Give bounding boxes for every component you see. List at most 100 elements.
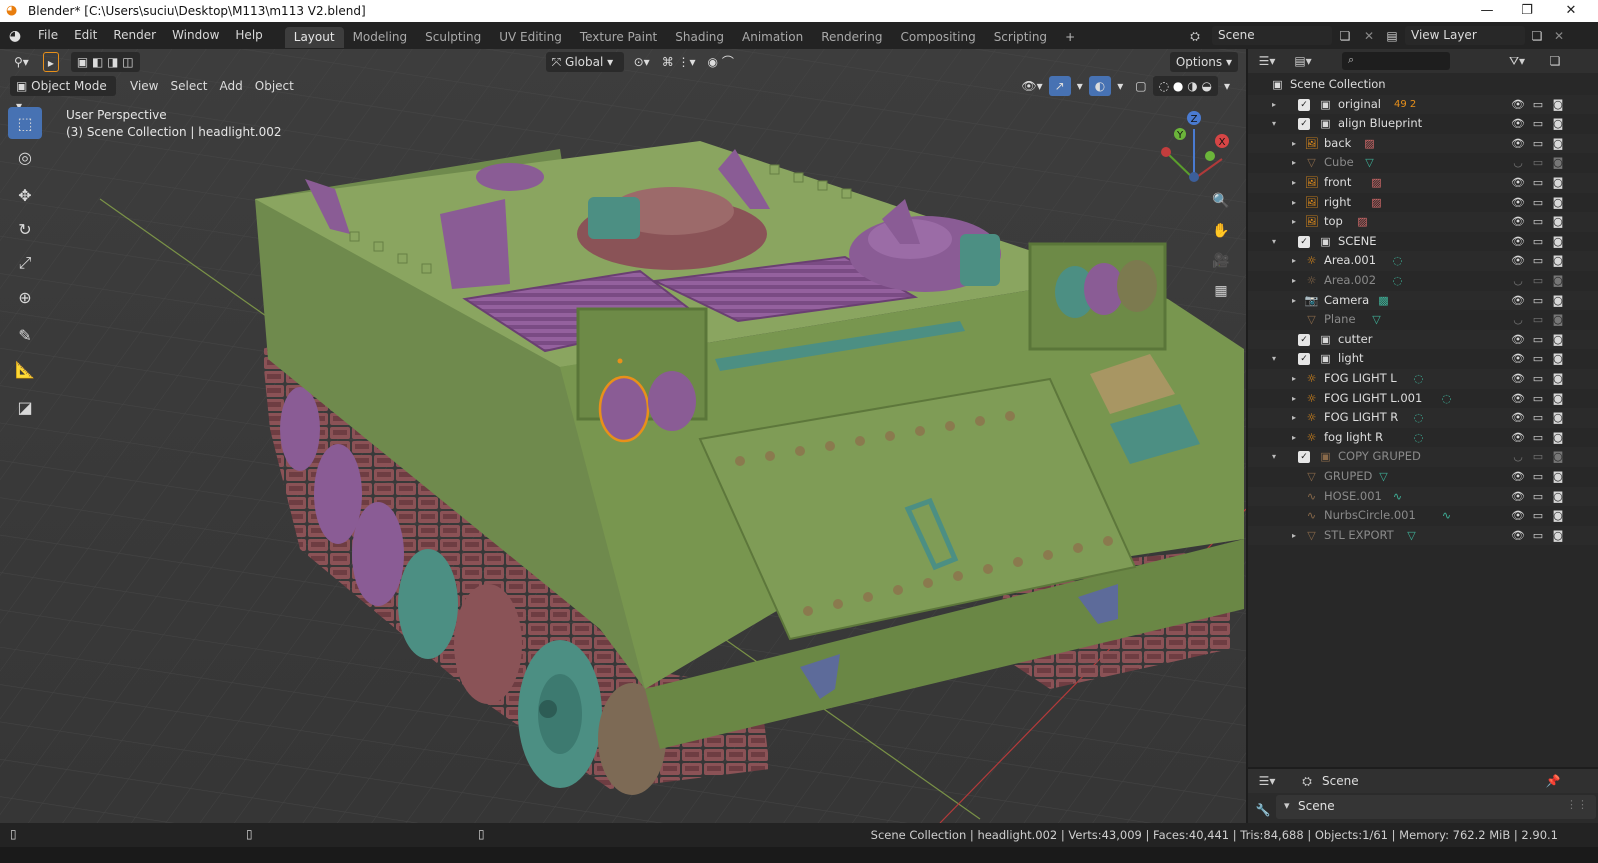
menu-add[interactable]: Add — [214, 76, 249, 96]
render-camera-icon[interactable]: ◙ — [1550, 447, 1566, 467]
viewport-display-icon[interactable]: ▭ — [1530, 193, 1546, 213]
visibility-eye-icon[interactable]: ◡ — [1510, 310, 1526, 330]
render-camera-icon[interactable]: ◙ — [1550, 232, 1566, 252]
visibility-eye-icon[interactable]: 👁 — [1510, 232, 1526, 252]
visibility-eye-icon[interactable]: ◡ — [1510, 447, 1526, 467]
blender-menu-icon[interactable]: ◕ — [0, 28, 30, 44]
visibility-eye-icon[interactable]: 👁 — [1510, 212, 1526, 232]
visibility-eye-icon[interactable]: 👁 — [1510, 330, 1526, 350]
render-camera-icon[interactable]: ◙ — [1550, 212, 1566, 232]
viewport-display-icon[interactable]: ▭ — [1530, 506, 1546, 526]
render-camera-icon[interactable]: ◙ — [1550, 95, 1566, 115]
outliner-item-fog-light-r[interactable]: ▸ ☼ FOG LIGHT R ◌ 👁 ▭ ◙ — [1248, 408, 1598, 428]
image-data-icon[interactable]: ▨ — [1362, 136, 1377, 151]
tab-sculpting[interactable]: Sculpting — [416, 27, 490, 48]
view-layer-icon[interactable]: ▤ — [1383, 27, 1401, 45]
render-camera-icon[interactable]: ◙ — [1550, 428, 1566, 448]
collapse-arrow-icon[interactable]: ▾ — [1272, 447, 1282, 467]
pin-icon[interactable]: 📌 — [1544, 772, 1562, 790]
viewport-display-icon[interactable]: ▭ — [1530, 526, 1546, 546]
move-tool[interactable]: ✥ — [8, 179, 42, 211]
properties-editor-type-icon[interactable]: ☰▾ — [1258, 772, 1276, 790]
exclude-checkbox[interactable]: ✓ — [1298, 451, 1310, 464]
outliner-item-area-002[interactable]: ▸ ☼ Area.002 ◌ ◡ ▭ ◙ — [1248, 271, 1598, 291]
select-box-tool[interactable]: ⬚ — [8, 107, 42, 139]
close-button[interactable]: ✕ — [1548, 0, 1594, 22]
zoom-button[interactable]: 🔍 — [1208, 188, 1234, 214]
outliner-item-light[interactable]: ▾ ✓ ▣ light 👁 ▭ ◙ — [1248, 349, 1598, 369]
tab-scripting[interactable]: Scripting — [985, 27, 1056, 48]
exclude-checkbox[interactable]: ✓ — [1298, 235, 1310, 248]
render-camera-icon[interactable]: ◙ — [1550, 408, 1566, 428]
xray-icon[interactable]: ▢ — [1129, 76, 1152, 96]
visibility-eye-icon[interactable]: ◡ — [1510, 153, 1526, 173]
viewport-display-icon[interactable]: ▭ — [1530, 389, 1546, 409]
visibility-icon[interactable]: 👁▾ — [1015, 76, 1048, 96]
outliner-item-align-blueprint[interactable]: ▾ ✓ ▣ align Blueprint 👁 ▭ ◙ — [1248, 114, 1598, 134]
visibility-eye-icon[interactable]: 👁 — [1510, 506, 1526, 526]
scene-icon[interactable]: ⛭ — [1186, 27, 1204, 45]
viewport-display-icon[interactable]: ▭ — [1530, 114, 1546, 134]
outliner-item-cutter[interactable]: ✓ ▣ cutter 👁 ▭ ◙ — [1248, 329, 1598, 350]
options-dropdown[interactable]: Options ▾ — [1169, 51, 1238, 72]
new-view-layer-icon[interactable]: ❏ — [1528, 27, 1546, 45]
outliner-item-top[interactable]: ▸ 🖼 top ▨ 👁 ▭ ◙ — [1248, 212, 1598, 232]
outliner-item-plane[interactable]: ▽ Plane ▽ ◡ ▭ ◙ — [1248, 310, 1598, 330]
drag-handle-icon[interactable]: ⋮⋮ — [1566, 798, 1588, 811]
tab-texture-paint[interactable]: Texture Paint — [571, 27, 666, 48]
outliner-item-gruped[interactable]: ▽ GRUPED ▽ 👁 ▭ ◙ — [1248, 467, 1598, 487]
gizmo-dropdown-icon[interactable]: ▾ — [1071, 76, 1089, 96]
display-mode-icon[interactable]: ▤▾ — [1294, 52, 1312, 70]
pan-button[interactable]: ✋ — [1208, 218, 1234, 244]
tool-props-icon[interactable]: 🔧 — [1254, 801, 1272, 819]
ortho-toggle-button[interactable]: ▦ — [1208, 278, 1234, 304]
remove-scene-icon[interactable]: ✕ — [1360, 27, 1378, 45]
menu-select[interactable]: Select — [164, 76, 213, 96]
outliner-item-front[interactable]: ▸ 🖼 front ▨ 👁 ▭ ◙ — [1248, 173, 1598, 193]
visibility-eye-icon[interactable]: ◡ — [1510, 271, 1526, 291]
mesh-data-icon[interactable]: ▽ — [1404, 528, 1419, 543]
camera-data-icon[interactable]: ▩ — [1376, 293, 1391, 308]
light-data-icon[interactable]: ◌ — [1411, 371, 1426, 386]
expand-arrow-icon[interactable]: ▸ — [1292, 193, 1302, 213]
expand-arrow-icon[interactable]: ▸ — [1292, 173, 1302, 193]
outliner-item-copy-gruped[interactable]: ▾ ✓ ▣ COPY GRUPED ◡ ▭ ◙ — [1248, 447, 1598, 467]
outliner-item-nurbscircle-001[interactable]: ∿ NurbsCircle.001 ∿ 👁 ▭ ◙ — [1248, 506, 1598, 526]
visibility-eye-icon[interactable]: 👁 — [1510, 408, 1526, 428]
select-mode-icon[interactable]: ▸ — [42, 51, 59, 72]
exclude-checkbox[interactable]: ✓ — [1298, 333, 1310, 346]
expand-arrow-icon[interactable]: ▸ — [1292, 389, 1302, 409]
expand-arrow-icon[interactable]: ▸ — [1292, 369, 1302, 389]
menu-view[interactable]: View — [124, 76, 164, 96]
viewport-display-icon[interactable]: ▭ — [1530, 153, 1546, 173]
render-camera-icon[interactable]: ◙ — [1550, 330, 1566, 350]
render-camera-icon[interactable]: ◙ — [1550, 173, 1566, 193]
light-data-icon[interactable]: ◌ — [1390, 253, 1405, 268]
visibility-eye-icon[interactable]: 👁 — [1510, 526, 1526, 546]
render-camera-icon[interactable]: ◙ — [1550, 153, 1566, 173]
outliner-item-original[interactable]: ▸ ✓ ▣ original 49 2 👁 ▭ ◙ — [1248, 94, 1598, 115]
mesh-data-icon[interactable]: ▽ — [1376, 469, 1391, 484]
exclude-checkbox[interactable]: ✓ — [1298, 118, 1310, 131]
menu-edit[interactable]: Edit — [66, 22, 105, 49]
outliner-item-stl-export[interactable]: ▸ ▽ STL EXPORT ▽ 👁 ▭ ◙ — [1248, 525, 1598, 546]
outliner-item-fog-light-l[interactable]: ▸ ☼ FOG LIGHT L ◌ 👁 ▭ ◙ — [1248, 369, 1598, 389]
outliner-item-fog-light-r[interactable]: ▸ ☼ fog light R ◌ 👁 ▭ ◙ — [1248, 428, 1598, 448]
expand-arrow-icon[interactable]: ▸ — [1292, 526, 1302, 546]
render-camera-icon[interactable]: ◙ — [1550, 389, 1566, 409]
proportional-edit-icon[interactable]: ◉ ⌒ — [702, 52, 740, 72]
editor-type-icon[interactable]: ⚲▾ — [8, 52, 35, 72]
viewport-display-icon[interactable]: ▭ — [1530, 134, 1546, 154]
annotate-tool[interactable]: ✎ — [8, 319, 42, 351]
viewport-display-icon[interactable]: ▭ — [1530, 447, 1546, 467]
collapse-arrow-icon[interactable]: ▾ — [1272, 349, 1282, 369]
render-camera-icon[interactable]: ◙ — [1550, 526, 1566, 546]
visibility-eye-icon[interactable]: 👁 — [1510, 114, 1526, 134]
camera-view-button[interactable]: 🎥 — [1208, 248, 1234, 274]
view-layer-selector[interactable]: View Layer — [1405, 26, 1525, 45]
render-camera-icon[interactable]: ◙ — [1550, 349, 1566, 369]
expand-arrow-icon[interactable]: ▸ — [1292, 291, 1302, 311]
outliner-editor-type-icon[interactable]: ☰▾ — [1258, 52, 1276, 70]
outliner-item-cube[interactable]: ▸ ▽ Cube ▽ ◡ ▭ ◙ — [1248, 153, 1598, 173]
overlay-dropdown-icon[interactable]: ▾ — [1111, 76, 1129, 96]
